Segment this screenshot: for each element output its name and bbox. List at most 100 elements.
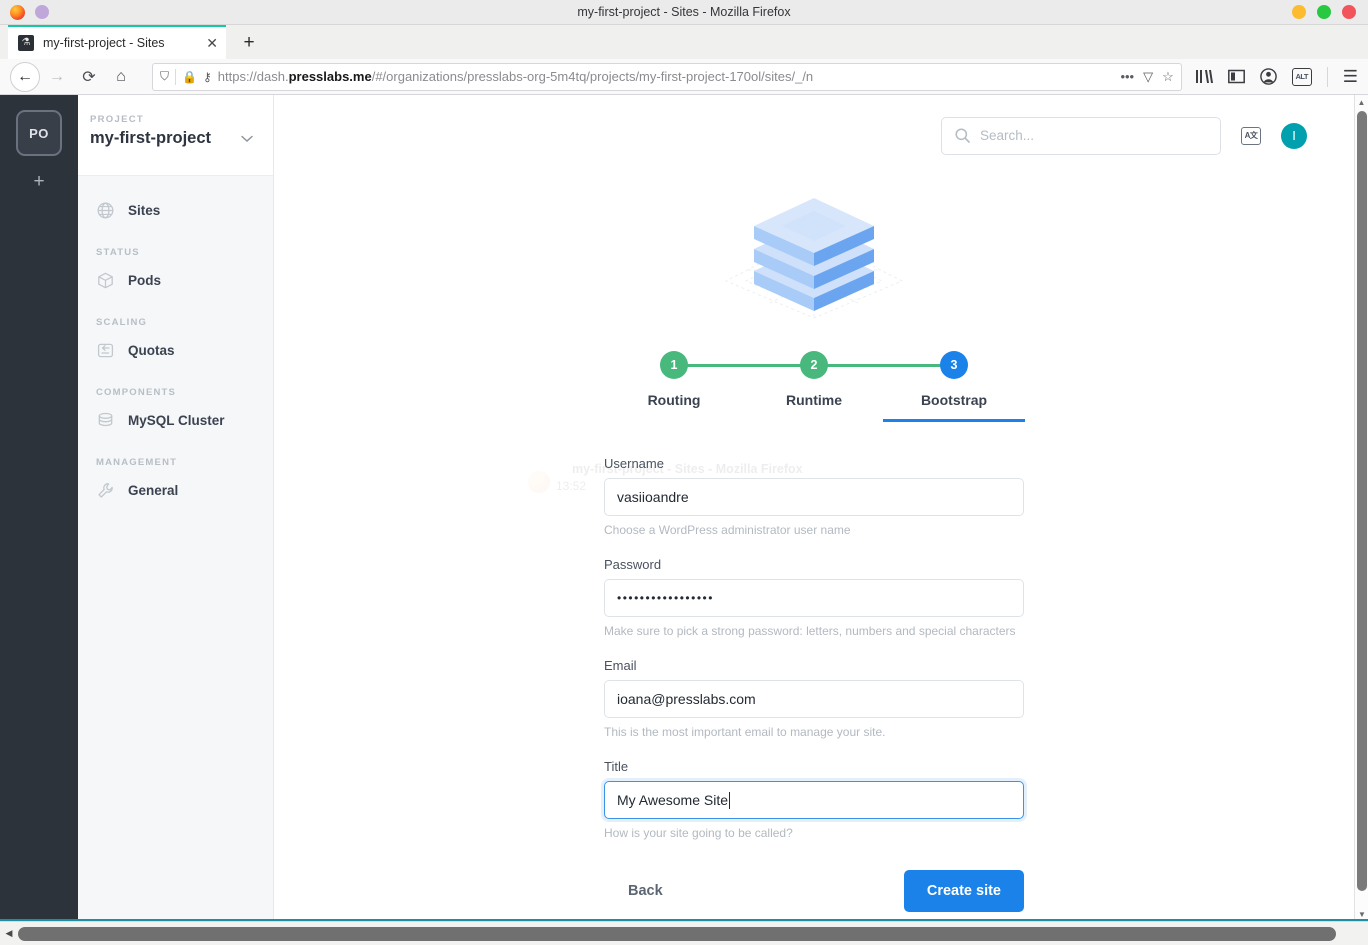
alt-extension-icon[interactable]: ALT (1291, 67, 1312, 86)
tab-title: my-first-project - Sites (43, 36, 165, 50)
sidebar-group-scaling: SCALING (96, 317, 148, 328)
field-username: Username vasiioandre Choose a WordPress … (604, 456, 1024, 537)
stepper-step-routing[interactable]: 1 Routing (604, 351, 744, 422)
horizontal-scroll-track[interactable] (18, 926, 1352, 941)
window-title: my-first-project - Sites - Mozilla Firef… (577, 5, 791, 19)
sidebar-icon[interactable] (1227, 69, 1245, 84)
vertical-scroll-thumb[interactable] (1357, 111, 1367, 891)
translate-icon[interactable]: A文 (1241, 126, 1261, 145)
bookmark-star-icon[interactable]: ☆ (1162, 69, 1174, 85)
sidebar-item-label: Pods (128, 272, 162, 288)
project-name: my-first-project (90, 129, 212, 147)
browser-tab[interactable]: ⚗ my-first-project - Sites ✕ (8, 25, 226, 59)
os-titlebar: my-first-project - Sites - Mozilla Firef… (0, 0, 1368, 25)
sidebar-group-management: MANAGEMENT (96, 457, 178, 468)
chevron-down-icon[interactable] (241, 132, 259, 146)
minimize-button[interactable] (1292, 5, 1306, 19)
new-tab-button[interactable]: + (236, 30, 262, 56)
account-icon[interactable] (1259, 68, 1277, 85)
maximize-button[interactable] (1317, 5, 1331, 19)
key-icon[interactable]: ⚷ (203, 70, 212, 84)
url-prefix: https://dash. (217, 69, 289, 84)
back-button[interactable]: Back (604, 873, 681, 909)
step-number: 1 (660, 351, 688, 379)
sidebar-item-quotas[interactable]: Quotas (78, 331, 273, 369)
create-site-button[interactable]: Create site (903, 870, 1024, 912)
sidebar-item-sites[interactable]: Sites (78, 191, 273, 229)
browser-window: my-first-project - Sites - Mozilla Firef… (0, 0, 1368, 945)
email-input[interactable]: ioana@presslabs.com (604, 680, 1024, 718)
field-hint: How is your site going to be called? (604, 826, 793, 840)
resize-icon (96, 341, 114, 359)
globe-icon (96, 201, 114, 219)
tab-favicon-icon: ⚗ (18, 35, 34, 51)
page-actions-icon[interactable]: ••• (1120, 69, 1134, 84)
title-input-value: My Awesome Site (617, 792, 729, 808)
title-input[interactable]: My Awesome Site (604, 781, 1024, 819)
pocket-icon[interactable]: ▽ (1143, 69, 1153, 85)
sidebar-item-label: Quotas (128, 342, 175, 358)
project-sidebar: PROJECT my-first-project Sites STATUS Po… (78, 95, 274, 921)
stepper-connector-2 (814, 364, 954, 367)
toolbar-divider (1326, 66, 1328, 87)
back-button[interactable]: ← (10, 61, 40, 92)
sidebar-item-general[interactable]: General (78, 471, 273, 509)
field-hint: Make sure to pick a strong password: let… (604, 624, 1016, 638)
url-divider (175, 68, 177, 85)
sidebar-item-pods[interactable]: Pods (78, 261, 273, 299)
horizontal-scrollbar[interactable]: ◀ (0, 921, 1368, 945)
forward-button[interactable]: → (42, 62, 72, 92)
search-input[interactable]: Search... (941, 116, 1221, 155)
username-input[interactable]: vasiioandre (604, 478, 1024, 516)
horizontal-scroll-thumb[interactable] (18, 926, 1336, 941)
field-hint: Choose a WordPress administrator user na… (604, 523, 851, 537)
sidebar-group-components: COMPONENTS (96, 387, 177, 398)
reload-button[interactable]: ⟳ (74, 62, 104, 92)
field-password: Password ••••••••••••••••• Make sure to … (604, 557, 1024, 638)
ghost-firefox-dot (528, 471, 550, 493)
url-path: /#/organizations/presslabs-org-5m4tq/pro… (371, 69, 814, 84)
field-label: Password (604, 557, 662, 572)
scroll-left-arrow-icon[interactable]: ◀ (0, 928, 18, 939)
tab-close-icon[interactable]: ✕ (206, 36, 218, 50)
step-underline (883, 419, 1025, 422)
org-avatar[interactable]: PO (16, 110, 62, 156)
wrench-icon (96, 481, 114, 499)
search-icon (955, 128, 970, 143)
bootstrap-form: my-first-project - Sites - Mozilla Firef… (556, 456, 1024, 840)
browser-toolbar-right: ALT ☰ (1195, 66, 1358, 87)
wizard-content: 1 Routing 2 Runtime 3 Bootstrap my-first… (274, 178, 1354, 912)
main-content: Search... A文 I 1 Routing 2 Runtime 3 Boo… (274, 95, 1354, 921)
stepper-step-bootstrap[interactable]: 3 Bootstrap (883, 351, 1025, 422)
field-email: Email ioana@presslabs.com This is the mo… (604, 658, 1024, 739)
add-organization-button[interactable]: + (19, 164, 59, 200)
sidebar-item-label: Sites (128, 202, 161, 218)
hamburger-menu-icon[interactable]: ☰ (1343, 67, 1358, 87)
isometric-stack-icon (725, 198, 903, 319)
project-header[interactable]: PROJECT my-first-project (78, 95, 273, 176)
text-caret (729, 791, 731, 809)
step-number: 3 (940, 351, 968, 379)
url-bar[interactable]: ⛉ 🔒 ⚷ https://dash.presslabs.me/#/organi… (152, 62, 1182, 91)
lock-icon[interactable]: 🔒 (182, 70, 197, 84)
stepper-track: 1 Routing 2 Runtime 3 Bootstrap (604, 351, 1025, 422)
field-label: Username (604, 456, 664, 471)
step-label: Routing (647, 392, 701, 408)
home-button[interactable]: ⌂ (106, 62, 136, 92)
tracking-shield-icon[interactable]: ⛉ (160, 69, 169, 84)
step-underline (603, 419, 745, 422)
stepper-step-runtime[interactable]: 2 Runtime (744, 351, 884, 422)
wizard-actions: Back Create site (604, 870, 1024, 912)
library-icon[interactable] (1195, 69, 1213, 84)
user-avatar[interactable]: I (1281, 122, 1307, 149)
close-button[interactable] (1342, 5, 1356, 19)
stack-illustration (274, 178, 1354, 323)
password-input[interactable]: ••••••••••••••••• (604, 579, 1024, 617)
scroll-up-arrow-icon[interactable]: ▲ (1355, 95, 1368, 109)
app-topbar: Search... A文 I (274, 95, 1354, 176)
step-underline (743, 419, 885, 422)
field-title: Title My Awesome Site How is your site g… (604, 759, 1024, 840)
cube-icon (96, 271, 114, 289)
sidebar-item-mysql-cluster[interactable]: MySQL Cluster (78, 401, 273, 439)
vertical-scrollbar[interactable]: ▲ ▼ (1354, 95, 1368, 921)
